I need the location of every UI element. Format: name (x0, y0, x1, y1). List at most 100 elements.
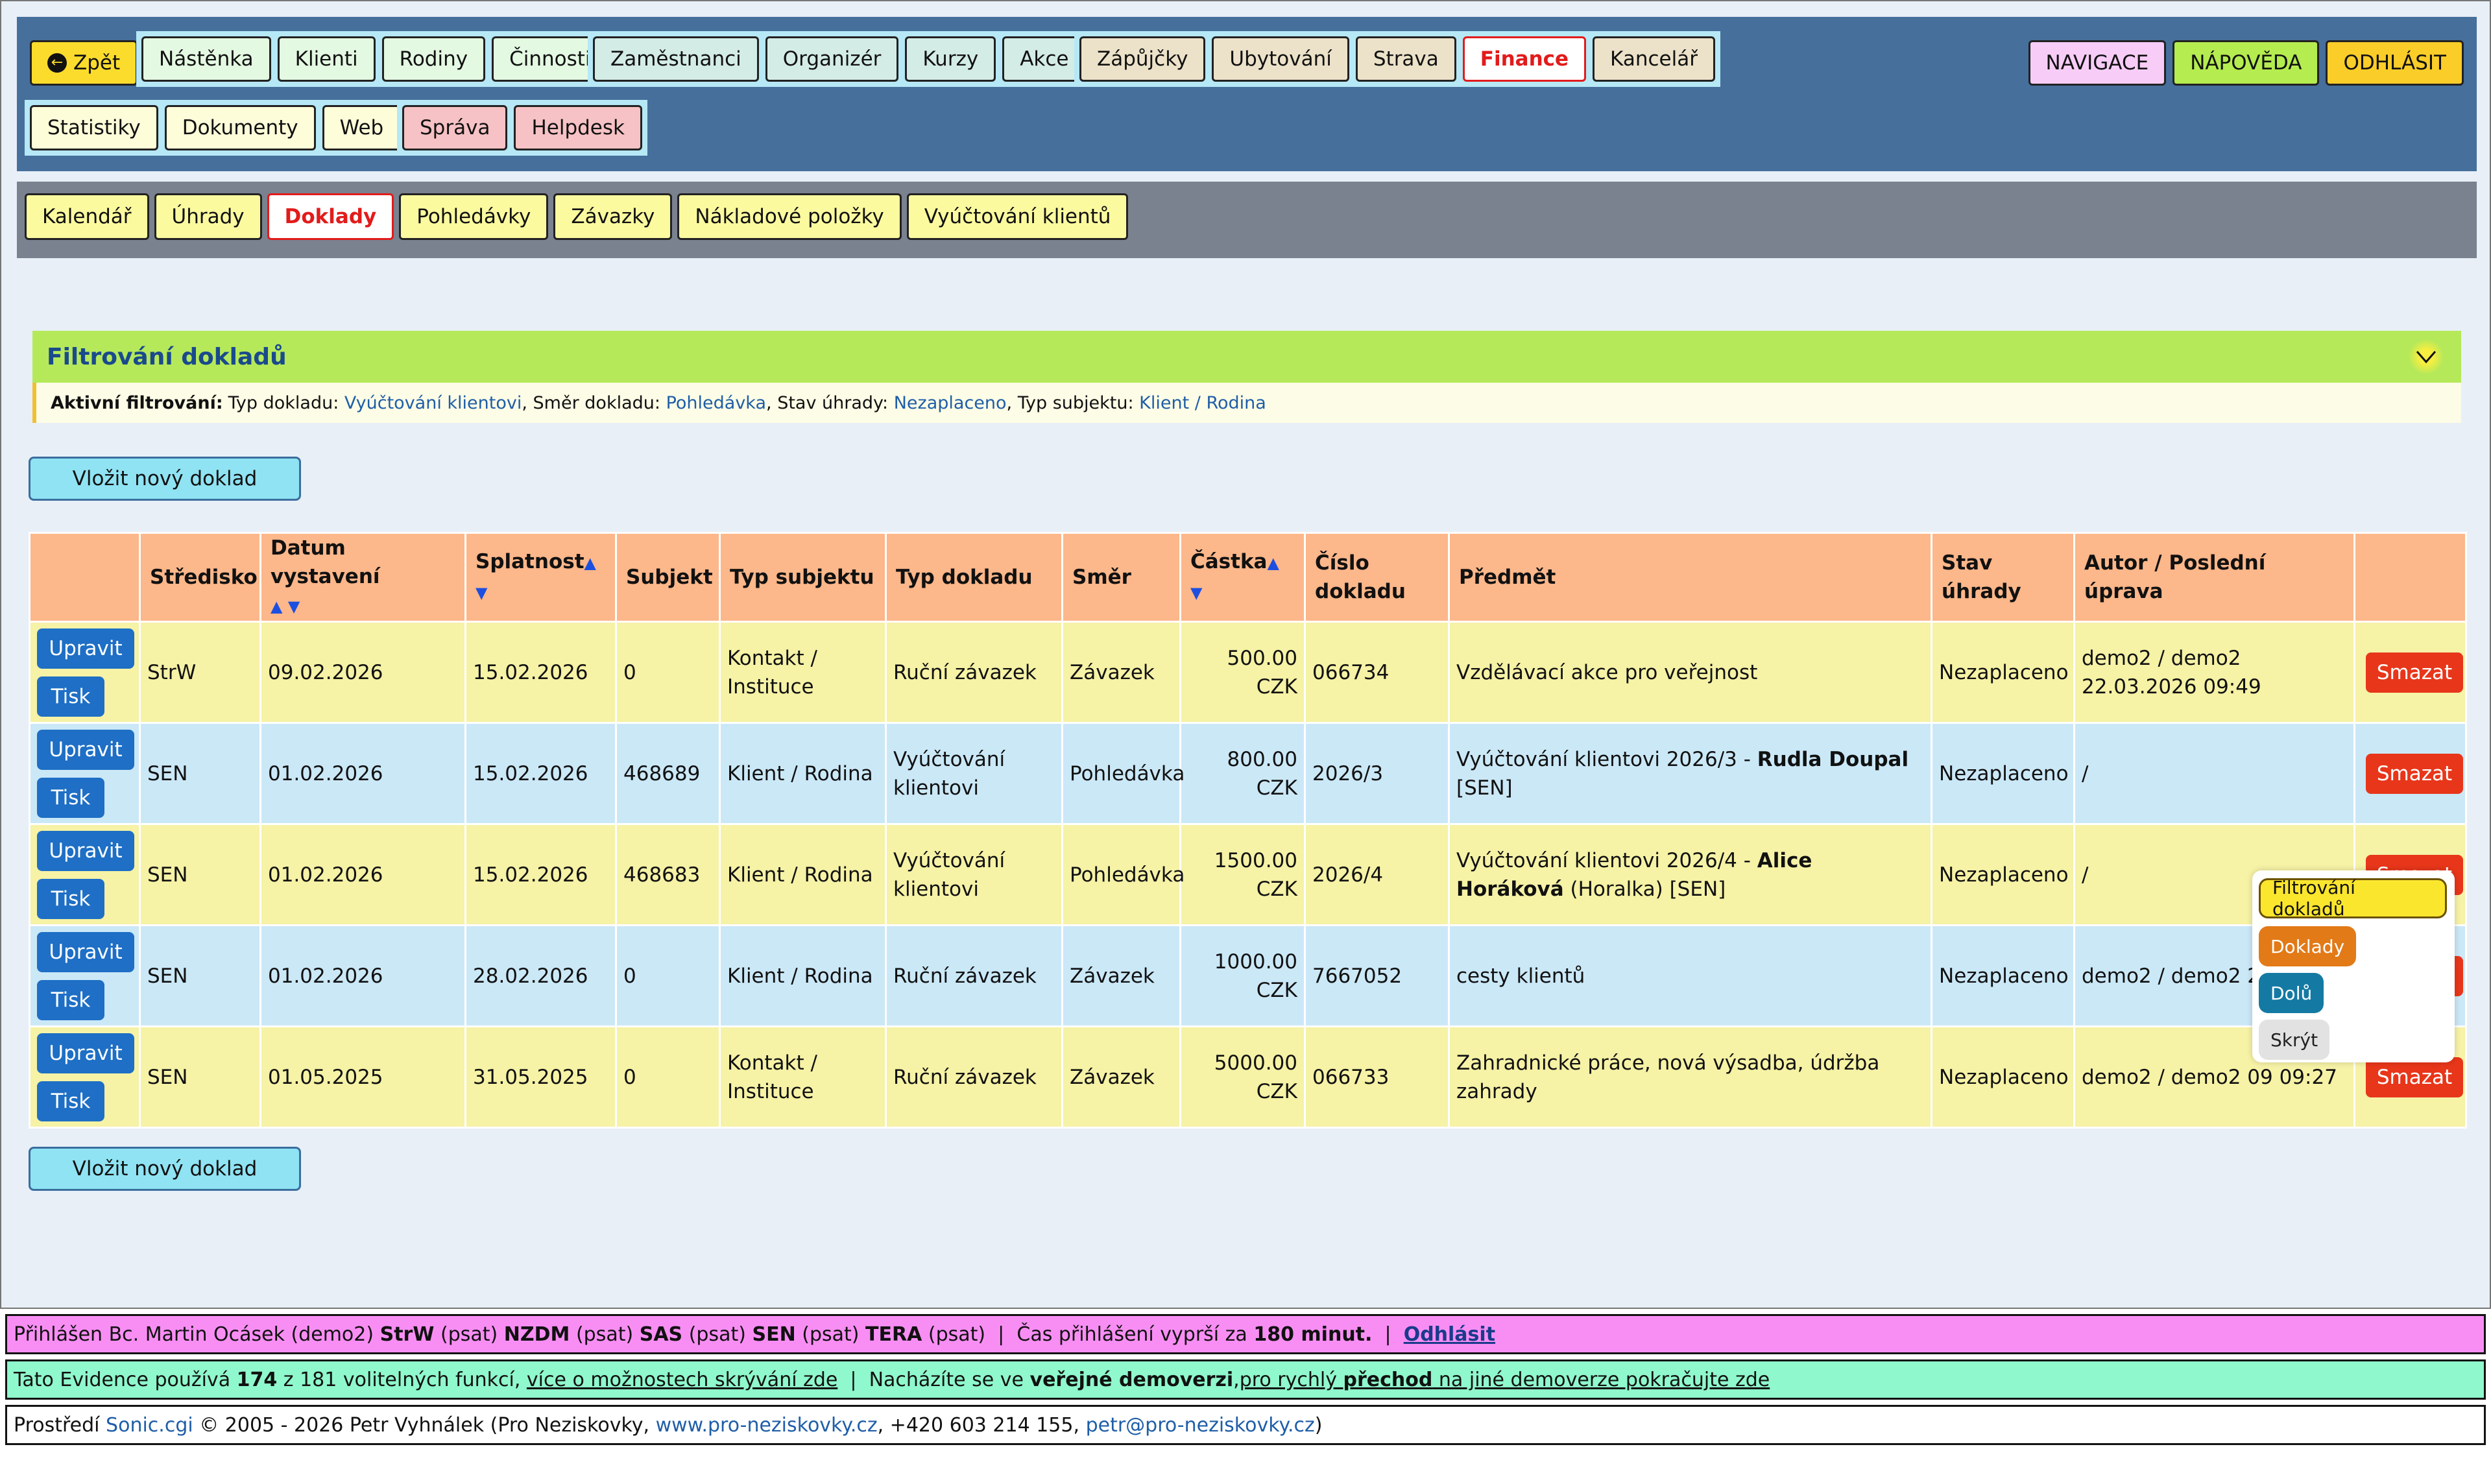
nav-helpdesk[interactable]: Helpdesk (514, 105, 642, 150)
nav-web[interactable]: Web (322, 105, 402, 150)
chevron-down-icon[interactable] (2409, 340, 2443, 374)
sort-down-icon[interactable]: ▼ (1190, 584, 1202, 602)
app-frame: ← Zpět Nástěnka Klienti Rodiny Činnosti … (0, 0, 2491, 1309)
nav-kancelar[interactable]: Kancelář (1593, 36, 1715, 82)
filter-panel-header[interactable]: Filtrování dokladů (32, 331, 2461, 383)
odhlasit-button[interactable]: ODHLÁSIT (2326, 40, 2464, 86)
table-row: Upravit Tisk SEN 01.05.2025 31.05.2025 0 … (29, 1025, 2467, 1129)
sort-arrows-icon[interactable]: ▲ ▼ (271, 597, 300, 616)
col-smer[interactable]: Směr (1061, 532, 1181, 623)
org-role: (psat) (575, 1322, 634, 1346)
features-text: Tato Evidence používá (14, 1368, 231, 1391)
edit-button[interactable]: Upravit (37, 931, 134, 972)
cell-stredisko: StrW (139, 621, 261, 724)
nav-dokumenty[interactable]: Dokumenty (164, 105, 316, 150)
subnav-nakladove-polozky[interactable]: Nákladové položky (677, 193, 902, 240)
napoveda-button[interactable]: NÁPOVĚDA (2172, 40, 2320, 86)
nav-group-operations: Zápůjčky Ubytování Strava Finance Kancel… (1074, 31, 1720, 87)
col-datum-vystaveni[interactable]: Datum vystavení ▲ ▼ (259, 532, 466, 623)
nav-finance[interactable]: Finance (1462, 36, 1587, 82)
nav-group-stats: Statistiky Dokumenty Web (25, 100, 407, 156)
cell-stredisko: SEN (139, 722, 261, 825)
col-predmet[interactable]: Předmět (1448, 532, 1932, 623)
demo-badge: veřejné demoverzi (1029, 1368, 1234, 1391)
navigace-button[interactable]: NAVIGACE (2028, 40, 2167, 86)
edit-button[interactable]: Upravit (37, 628, 134, 669)
sort-up-icon[interactable]: ▲ (1267, 554, 1279, 572)
filter-value-smer[interactable]: Pohledávka (666, 393, 766, 413)
nav-strava[interactable]: Strava (1355, 36, 1456, 82)
nav-zapujcky[interactable]: Zápůjčky (1079, 36, 1206, 82)
new-document-button-bottom[interactable]: Vložit nový doklad (29, 1147, 301, 1191)
cell-stredisko: SEN (139, 1025, 261, 1129)
quick-menu-dolu[interactable]: Dolů (2259, 973, 2324, 1013)
switch-demo-link[interactable]: pro rychlý přechod na jiné demoverze pok… (1240, 1369, 1770, 1391)
col-cislo-dokladu[interactable]: Číslo dokladu (1304, 532, 1450, 623)
delete-button[interactable]: Smazat (2366, 753, 2463, 794)
cell-typ-subjektu: Kontakt / Instituce (719, 1025, 887, 1129)
nav-nastenka[interactable]: Nástěnka (141, 36, 271, 82)
logout-link[interactable]: Odhlásit (1404, 1323, 1495, 1346)
sort-up-icon[interactable]: ▲ (584, 554, 596, 572)
nav-rodiny[interactable]: Rodiny (381, 36, 486, 82)
subnav-zavazky[interactable]: Závazky (553, 193, 673, 240)
nav-group-staff: Zaměstnanci Organizér Kurzy Akce (588, 31, 1092, 87)
features-used: 174 (236, 1368, 278, 1391)
nav-sprava[interactable]: Správa (402, 105, 508, 150)
nav-organizer[interactable]: Organizér (765, 36, 899, 82)
org-code: TERA (865, 1322, 922, 1346)
back-button[interactable]: ← Zpět (30, 40, 138, 86)
table-row: Upravit Tisk SEN 01.02.2026 15.02.2026 46… (29, 722, 2467, 825)
col-stav-uhrady[interactable]: Stav úhrady (1931, 532, 2075, 623)
subnav-doklady[interactable]: Doklady (267, 193, 394, 240)
sort-down-icon[interactable]: ▼ (475, 584, 487, 602)
print-button[interactable]: Tisk (37, 1081, 104, 1121)
nav-ubytovani[interactable]: Ubytování (1212, 36, 1349, 82)
subnav-vyuctovani-klientu[interactable]: Vyúčtování klientů (906, 193, 1129, 240)
env-link[interactable]: Sonic.cgi (106, 1414, 193, 1437)
nav-klienti[interactable]: Klienti (277, 36, 376, 82)
website-link[interactable]: www.pro-neziskovky.cz (656, 1414, 878, 1437)
subnav-uhrady[interactable]: Úhrady (154, 193, 262, 240)
print-button[interactable]: Tisk (37, 676, 104, 717)
quick-menu-skryt[interactable]: Skrýt (2259, 1020, 2330, 1060)
cell-stav: Nezaplaceno (1931, 621, 2075, 724)
col-splatnost[interactable]: Splatnost▲ ▼ (464, 532, 617, 623)
quick-menu-doklady[interactable]: Doklady (2259, 926, 2357, 966)
subnav-kalendar[interactable]: Kalendář (25, 193, 149, 240)
col-stredisko[interactable]: Středisko (139, 532, 261, 623)
print-button[interactable]: Tisk (37, 777, 104, 818)
new-document-button-top[interactable]: Vložit nový doklad (29, 457, 301, 501)
nav-kurzy[interactable]: Kurzy (905, 36, 996, 82)
col-autor[interactable]: Autor / Poslední úprava (2073, 532, 2355, 623)
col-typ-subjektu[interactable]: Typ subjektu (719, 532, 887, 623)
hide-features-link[interactable]: více o možnostech skrývání zde (527, 1369, 837, 1391)
filter-value-stav[interactable]: Nezaplaceno (894, 393, 1007, 413)
edit-button[interactable]: Upravit (37, 1033, 134, 1073)
print-button[interactable]: Tisk (37, 878, 104, 919)
col-castka-label: Částka (1190, 550, 1268, 573)
nav-zamestnanci[interactable]: Zaměstnanci (593, 36, 759, 82)
col-typ-dokladu[interactable]: Typ dokladu (885, 532, 1063, 623)
filter-value-typ-subjektu[interactable]: Klient / Rodina (1139, 393, 1266, 413)
col-castka[interactable]: Částka▲ ▼ (1179, 532, 1306, 623)
filter-value-typ-dokladu[interactable]: Vyúčtování klientovi (344, 393, 522, 413)
cell-splatnost: 15.02.2026 (464, 823, 617, 926)
nav-statistiky[interactable]: Statistiky (30, 105, 158, 150)
phone-text: , +420 603 214 155, (877, 1413, 1080, 1437)
table-header-row: Středisko Datum vystavení ▲ ▼ Splatnost▲ ▼… (29, 532, 2467, 623)
quick-menu-filter[interactable]: Filtrování dokladů (2259, 877, 2447, 920)
subnav-pohledavky[interactable]: Pohledávky (399, 193, 549, 240)
predmet-text: Vyúčtování klientovi 2026/4 - (1456, 848, 1757, 872)
email-link[interactable]: petr@pro-neziskovky.cz (1086, 1414, 1315, 1437)
cell-typ-dokladu: Vyúčtování klientovi (885, 722, 1063, 825)
edit-button[interactable]: Upravit (37, 729, 134, 770)
delete-button[interactable]: Smazat (2366, 652, 2463, 693)
switch-demo-part: na jiné demoverze pokračujte zde (1438, 1368, 1770, 1391)
delete-button[interactable]: Smazat (2366, 1057, 2463, 1097)
print-button[interactable]: Tisk (37, 979, 104, 1020)
login-user: Přihlášen Bc. Martin Ocásek (demo2) (14, 1322, 374, 1346)
cell-datum: 01.02.2026 (259, 924, 466, 1027)
col-subjekt[interactable]: Subjekt (615, 532, 721, 623)
edit-button[interactable]: Upravit (37, 830, 134, 871)
